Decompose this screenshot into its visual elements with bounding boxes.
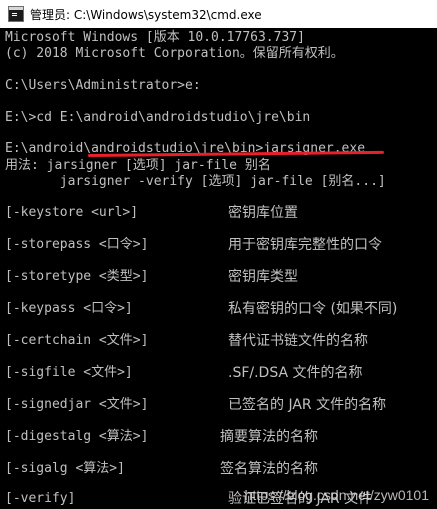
- cmd-app-icon[interactable]: [8, 6, 24, 22]
- option-description: 已签名的 JAR 文件的名称: [228, 397, 387, 413]
- option-description: 密钥库类型: [228, 269, 298, 285]
- console-output[interactable]: Microsoft Windows [版本 10.0.17763.737] (c…: [0, 28, 437, 509]
- option-description: .SF/.DSA 文件的名称: [228, 365, 363, 381]
- option-flag: [-sigfile <文件>]: [5, 365, 133, 380]
- window-title: 管理员: C:\Windows\system32\cmd.exe: [30, 7, 262, 22]
- option-flag: [-storetype <类型>]: [5, 269, 149, 284]
- option-flag: [-certchain <文件>]: [5, 333, 149, 348]
- option-description: 私有密钥的口令 (如果不同): [228, 301, 398, 317]
- option-flag: [-digestalg <算法>]: [5, 429, 149, 444]
- option-flag: [-storepass <口令>]: [5, 237, 149, 252]
- console-line-usage: 用法: jarsigner [选项] jar-file 别名: [5, 158, 271, 173]
- console-line-copyright: (c) 2018 Microsoft Corporation。保留所有权利。: [5, 46, 344, 61]
- option-flag: [-keypass <口令>]: [5, 301, 133, 316]
- option-flag: [-verify]: [5, 491, 76, 506]
- option-description: 签名算法的名称: [220, 461, 318, 477]
- option-flag: [-signedjar <文件>]: [5, 397, 149, 412]
- option-description: 摘要算法的名称: [220, 429, 318, 445]
- title-bar[interactable]: 管理员: C:\Windows\system32\cmd.exe: [0, 0, 437, 28]
- option-flag: [-sigalg <算法>]: [5, 461, 125, 476]
- watermark: https://blog.csdn.net/zyw0101: [244, 487, 429, 503]
- cmd-window: 管理员: C:\Windows\system32\cmd.exe Microso…: [0, 0, 437, 509]
- option-description: 用于密钥库完整性的口令: [228, 237, 382, 253]
- console-line-cd-command: E:\>cd E:\android\androidstudio\jre\bin: [5, 110, 311, 125]
- option-description: 密钥库位置: [228, 205, 298, 221]
- console-line-usage-verify: jarsigner -verify [选项] jar-file [别名...]: [5, 174, 386, 189]
- console-line-prompt-e: C:\Users\Administrator>e:: [5, 78, 201, 93]
- option-description: 替代证书链文件的名称: [228, 333, 368, 349]
- console-line-version: Microsoft Windows [版本 10.0.17763.737]: [5, 30, 305, 45]
- option-flag: [-keystore <url>]: [5, 205, 139, 220]
